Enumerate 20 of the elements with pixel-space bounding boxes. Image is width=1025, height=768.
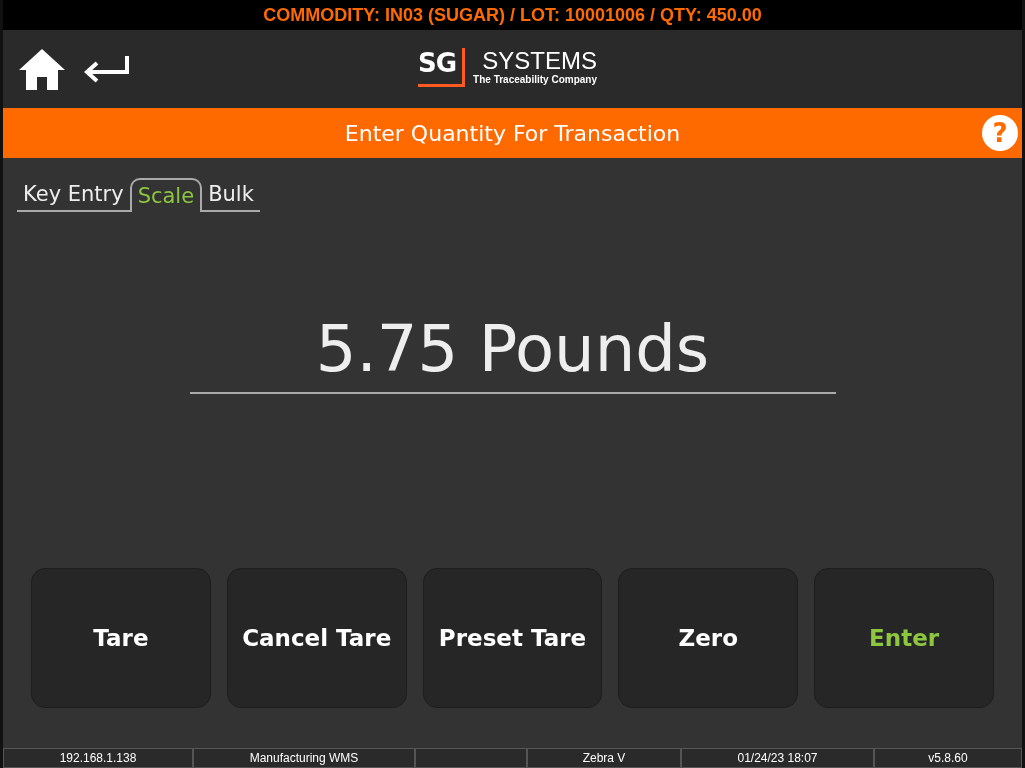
tab[interactable]: Bulk	[202, 178, 260, 212]
commodity-banner: COMMODITY: IN03 (SUGAR) / LOT: 10001006 / QTY: 450.00	[3, 0, 1022, 30]
action-button[interactable]: Cancel Tare	[226, 568, 407, 708]
action-button[interactable]: Enter	[814, 568, 994, 708]
logo-tagline: The Traceability Company	[473, 74, 597, 85]
status-cell: 192.168.1.138	[3, 748, 193, 768]
action-button[interactable]: Preset Tare	[422, 568, 603, 708]
status-cell: Manufacturing WMS	[193, 748, 415, 768]
status-cell: 01/24/23 18:07	[681, 748, 874, 768]
status-cell: Zebra V	[527, 748, 681, 768]
action-button[interactable]: Tare	[31, 568, 211, 708]
home-icon[interactable]	[17, 47, 67, 91]
action-button[interactable]: Zero	[618, 568, 799, 708]
logo-mark: SG	[418, 48, 466, 87]
page-title: Enter Quantity For Transaction	[344, 120, 681, 146]
tab[interactable]: Key Entry	[17, 178, 130, 212]
logo-name: SYSTEMS	[482, 48, 597, 74]
status-cell: v5.8.60	[874, 748, 1022, 768]
tab[interactable]: Scale	[129, 178, 203, 212]
weight-reading: 5.75 Pounds	[189, 312, 836, 394]
